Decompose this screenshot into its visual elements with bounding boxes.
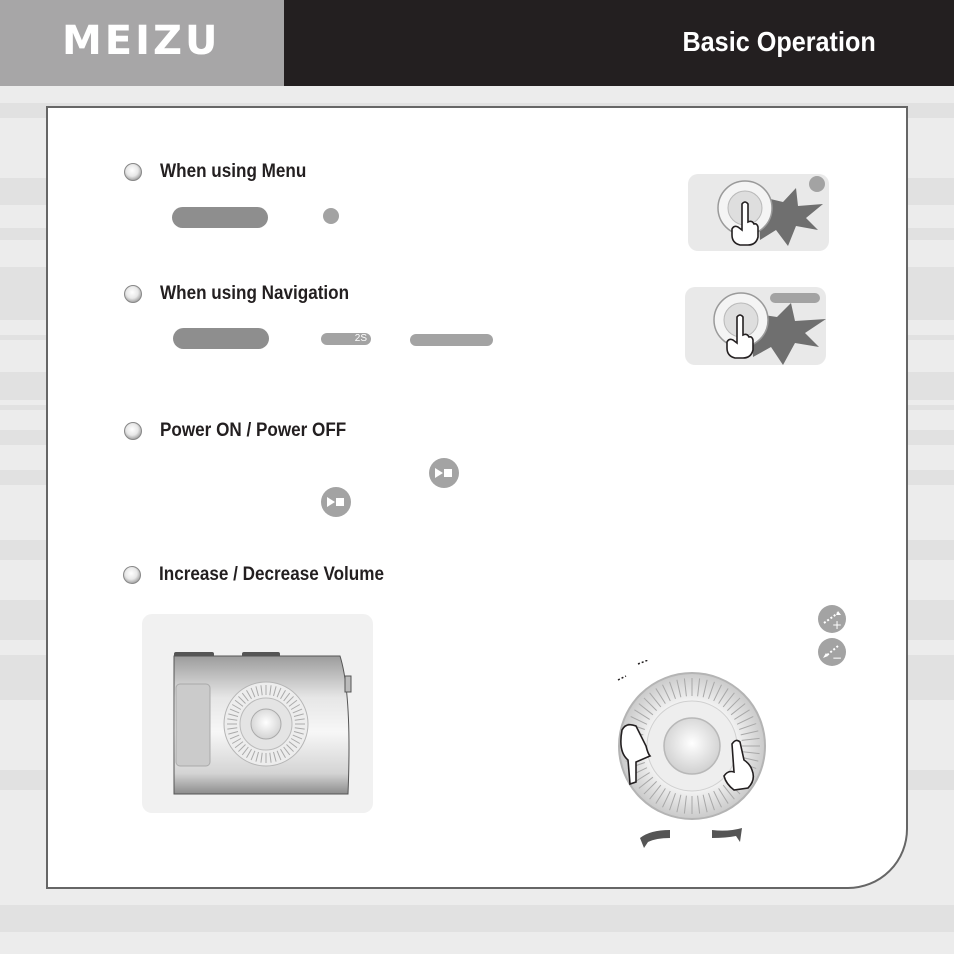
volume-up-icon: + (818, 605, 846, 633)
menu-key-placeholder (172, 207, 268, 228)
mp3-player-icon (173, 652, 352, 795)
navigation-result-placeholder (410, 334, 493, 346)
press-button-icon (717, 176, 825, 246)
player-device-illustration (142, 614, 373, 813)
section-title: Power ON / Power OFF (160, 420, 347, 441)
radio-bullet-icon (124, 163, 142, 181)
section-title: When using Navigation (160, 283, 350, 304)
menu-dot-indicator (323, 208, 339, 224)
section-volume-heading: Increase / Decrease Volume (123, 564, 409, 586)
meizu-logo: MEIZU (62, 18, 221, 64)
radio-bullet-icon (124, 422, 142, 440)
section-power-heading: Power ON / Power OFF (124, 420, 367, 442)
page-header: MEIZU Basic Operation (0, 0, 954, 86)
title-panel: Basic Operation (284, 0, 954, 86)
radio-bullet-icon (124, 285, 142, 303)
section-menu-heading: When using Menu (124, 161, 323, 183)
svg-text:+: + (832, 618, 842, 632)
svg-text:−: − (832, 651, 842, 665)
navigation-key-placeholder (173, 328, 269, 349)
rotate-left-arrow-icon (640, 830, 670, 848)
section-title: Increase / Decrease Volume (159, 564, 384, 585)
page-title: Basic Operation (682, 26, 876, 57)
rotate-right-arrow-icon (712, 828, 742, 842)
section-title: When using Menu (160, 161, 307, 182)
play-pause-icon (429, 458, 459, 488)
logo-panel: MEIZU (0, 0, 284, 86)
volume-down-icon: − (818, 638, 846, 666)
scroll-wheel-illustration (617, 660, 766, 848)
radio-bullet-icon (123, 566, 141, 584)
play-pause-icon (321, 487, 351, 517)
menu-press-illustration (688, 174, 829, 251)
navigation-press-illustration (685, 287, 826, 365)
section-navigation-heading: When using Navigation (124, 283, 370, 305)
press-hold-button-icon (713, 292, 826, 365)
hold-duration-badge: 2S (321, 333, 371, 345)
